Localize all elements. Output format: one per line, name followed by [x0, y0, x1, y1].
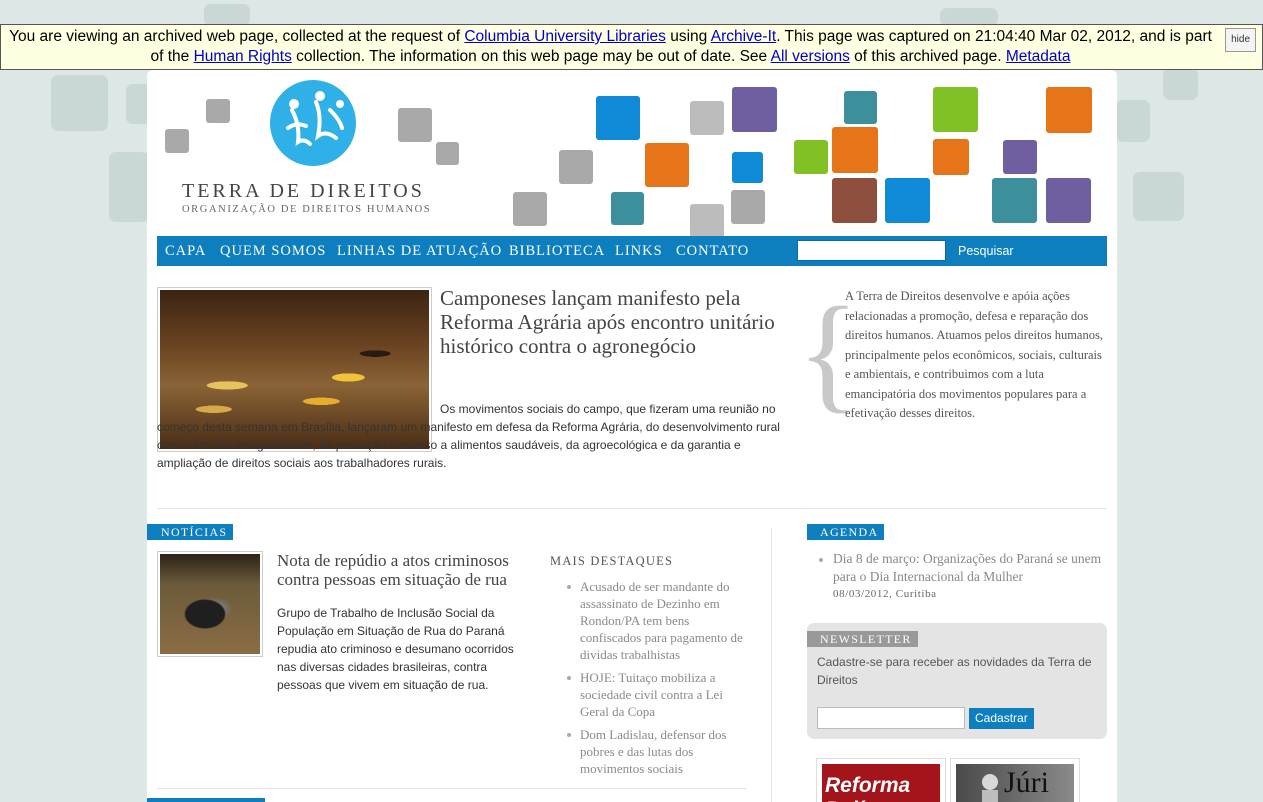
header-square	[513, 192, 547, 226]
news-title[interactable]: Nota de repúdio a atos criminosos contra…	[277, 551, 537, 589]
featured-title[interactable]: Camponeses lançam manifesto pela Reforma…	[440, 286, 790, 358]
search-input[interactable]	[797, 240, 946, 261]
bg-square	[109, 152, 149, 222]
banner-juri[interactable]: Júri	[950, 758, 1080, 802]
archive-it-link[interactable]: Archive-It	[711, 28, 776, 45]
archive-banner: You are viewing an archived web page, co…	[0, 24, 1263, 70]
header-square	[165, 129, 189, 153]
header-square	[398, 108, 432, 142]
subscribe-button[interactable]: Cadastrar	[969, 708, 1034, 729]
header-square	[611, 192, 644, 225]
header-square	[933, 87, 978, 132]
banner-juri-text: Júri	[1004, 766, 1049, 799]
human-rights-link[interactable]: Human Rights	[194, 48, 292, 65]
header-square	[596, 96, 640, 140]
header-square	[732, 87, 777, 132]
divider	[157, 788, 747, 789]
news-photo	[160, 554, 260, 654]
site-subtitle: Organização de Direitos Humanos	[182, 204, 432, 215]
hide-button[interactable]: hide	[1225, 28, 1256, 52]
header-square	[206, 99, 230, 123]
nav-item-linhas-de-atuacao[interactable]: LINHAS DE ATUAÇÃO	[337, 243, 502, 260]
header-square	[731, 190, 765, 224]
archive-text: using	[665, 28, 711, 45]
section-tag-partial	[147, 798, 265, 802]
banner-reforma-text: Reforma Polít	[825, 774, 911, 802]
all-versions-link[interactable]: All versions	[771, 48, 850, 65]
agenda-tag[interactable]: AGENDA	[807, 524, 885, 540]
list-item[interactable]: Dom Ladislau, defensor dos pobres e das …	[566, 726, 746, 777]
news-body: Grupo de Trabalho de Inclusão Social da …	[277, 606, 514, 692]
mais-destaques-list: Acusado de ser mandante do assassinato d…	[566, 578, 746, 783]
header-square	[732, 152, 763, 183]
newsletter-text: Cadastre-se para receber as novidades da…	[817, 655, 1092, 687]
header-square	[645, 143, 689, 187]
nav-item-links[interactable]: LINKS	[615, 243, 663, 260]
header-square	[885, 178, 930, 223]
bg-square	[1163, 68, 1198, 100]
archive-text: of this archived page.	[849, 48, 1006, 65]
bg-square	[1116, 100, 1150, 142]
header-square	[436, 142, 459, 165]
main-nav: CAPA QUEM SOMOS LINHAS DE ATUAÇÃO BIBLIO…	[157, 236, 1107, 266]
header-square	[933, 139, 969, 175]
bg-square	[51, 75, 108, 131]
header-square	[844, 91, 877, 124]
header-square	[1046, 87, 1092, 133]
logo-icon[interactable]	[270, 80, 356, 166]
columbia-link[interactable]: Columbia University Libraries	[464, 28, 666, 45]
noticias-tag[interactable]: NOTÍCIAS	[147, 524, 234, 540]
metadata-link[interactable]: Metadata	[1006, 48, 1071, 65]
archive-text: collection. The information on this web …	[291, 48, 771, 65]
divider	[157, 508, 1107, 509]
list-item[interactable]: Acusado de ser mandante do assassinato d…	[566, 578, 746, 663]
bg-square	[204, 4, 250, 26]
archive-text: You are viewing an archived web page, co…	[9, 28, 465, 45]
banner-reforma-politica[interactable]: Reforma Polít	[816, 758, 946, 802]
header-square	[690, 204, 724, 238]
newsletter-tag: NEWSLETTER	[807, 631, 918, 647]
header-square	[794, 140, 828, 174]
agenda-item[interactable]: Dia 8 de março: Organizações do Paraná s…	[819, 550, 1109, 604]
header-square	[559, 150, 593, 184]
newsletter-box: NEWSLETTER Cadastre-se para receber as n…	[807, 623, 1107, 739]
mais-destaques-heading: MAIS DESTAQUES	[550, 554, 674, 568]
agenda-item-title[interactable]: Dia 8 de março: Organizações do Paraná s…	[833, 551, 1101, 584]
header-square	[832, 178, 877, 223]
nav-item-capa[interactable]: CAPA	[165, 243, 206, 260]
news-image[interactable]	[157, 551, 263, 657]
header-square	[690, 101, 724, 135]
column-divider	[771, 528, 772, 802]
nav-item-contato[interactable]: CONTATO	[676, 243, 749, 260]
bg-square	[1133, 172, 1184, 221]
about-text: A Terra de Direitos desenvolve e apóia a…	[845, 289, 1103, 420]
header-square	[1003, 140, 1037, 174]
nav-item-quem-somos[interactable]: QUEM SOMOS	[220, 243, 326, 260]
search-button[interactable]: Pesquisar	[958, 244, 1014, 258]
nav-item-biblioteca[interactable]: BIBLIOTECA	[509, 243, 605, 260]
page-container: Terra de Direitos Organização de Direito…	[147, 70, 1117, 802]
newsletter-email-input[interactable]	[817, 707, 965, 729]
header-square	[832, 127, 878, 173]
list-item[interactable]: HOJE: Tuitaço mobiliza a sociedade civil…	[566, 669, 746, 720]
featured-body: Os movimentos sociais do campo, que fize…	[157, 400, 789, 472]
header-square	[1046, 178, 1091, 223]
site-title[interactable]: Terra de Direitos	[182, 180, 425, 203]
agenda-item-meta: 08/03/2012, Curitiba	[833, 588, 937, 600]
header-square	[992, 178, 1037, 223]
